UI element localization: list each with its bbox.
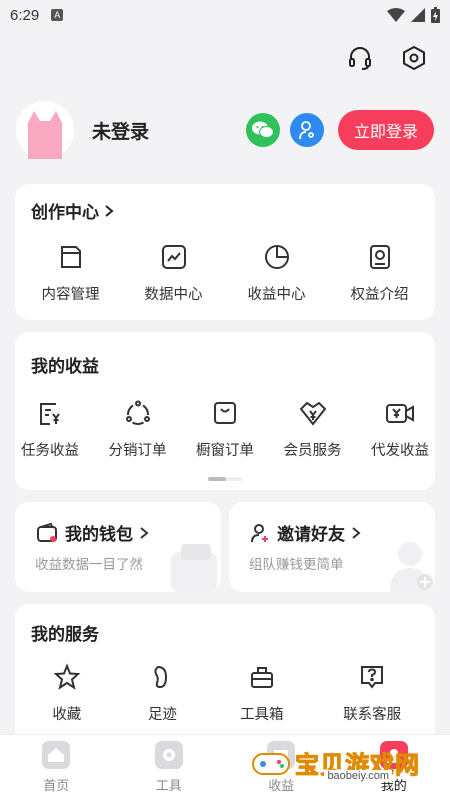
profile-row: 未登录 立即登录 [0,86,450,164]
wechat-login-button[interactable] [245,113,280,147]
invite-title: 邀请好友 [277,525,345,544]
home-icon [48,748,65,762]
account-login-button[interactable] [289,113,324,147]
wifi-icon [387,8,405,22]
creator-center-title: 创作中心 [31,203,99,222]
creator-item-content[interactable]: 内容管理 [42,239,100,304]
creator-item-label: 收益中心 [247,287,306,303]
earnings-item-dropship[interactable]: 代发收益 [371,395,429,460]
service-item-contact[interactable]: 联系客服 [343,659,401,724]
wallet-icon [37,522,57,542]
creator-center-card: 创作中心 内容管理 数据中心 收益中心 权益介绍 [15,184,435,320]
login-options: 立即登录 [245,110,434,150]
earnings-title: 我的收益 [31,357,99,376]
wallet-title: 我的钱包 [65,525,133,544]
earnings-item-task[interactable]: 任务收益 [21,395,79,460]
wallet-invite-row: 我的钱包 收益数据一目了然 邀请好友 组队赚钱更简单 [15,502,435,592]
creator-item-label: 内容管理 [41,287,100,303]
creator-item-data[interactable]: 数据中心 [145,239,203,304]
badge-icon [369,245,390,269]
customer-service-button[interactable] [346,44,374,72]
invite-decoration-icon [390,542,433,592]
creator-item-label: 数据中心 [144,287,203,303]
invite-user-icon [251,523,268,542]
wallet-card[interactable]: 我的钱包 收益数据一目了然 [15,502,221,592]
earnings-item-member[interactable]: 会员服务 [284,395,342,460]
chevron-right-icon [352,526,361,539]
top-bar [0,30,450,86]
tab-label: 首页 [43,778,70,793]
wallet-decoration-icon [171,544,217,592]
user-key-icon [299,121,314,140]
services-header: 我的服务 [15,604,435,645]
earnings-item-label: 橱窗订单 [196,443,254,459]
service-item-label: 工具箱 [240,707,284,723]
earnings-item-label: 分销订单 [108,443,167,459]
earnings-item-label: 任务收益 [21,443,79,459]
tab-label: 工具 [155,778,182,793]
share-icon [125,400,150,425]
signal-icon [411,8,425,22]
notification-a-icon: A [51,9,64,21]
settings-button[interactable] [400,44,428,72]
service-item-favorites[interactable]: 收藏 [49,659,85,724]
shop-bag-icon [214,402,236,424]
creator-center-header[interactable]: 创作中心 [15,184,435,223]
help-chat-icon [361,666,384,689]
watermark: 宝贝游戏网 baobeiy.com [251,745,420,782]
username: 未登录 [92,121,150,143]
cat-avatar-icon [16,101,74,159]
wechat-icon [251,121,274,138]
toolbox-icon [250,667,273,688]
video-yen-icon [386,404,414,423]
earnings-item-distribution[interactable]: 分销订单 [109,395,167,460]
creator-item-revenue[interactable]: 收益中心 [248,239,306,304]
creator-item-label: 权益介绍 [350,287,409,303]
earnings-scroll-indicator [208,477,242,481]
watermark-url: baobeiy.com [324,770,392,782]
tab-home[interactable]: 首页 [21,741,91,794]
earnings-item-showcase[interactable]: 橱窗订单 [196,395,254,460]
vip-icon [299,401,326,426]
chart-icon [161,245,186,269]
settings-hexagon-icon [403,45,425,71]
content-icon [60,246,81,268]
service-item-footprints[interactable]: 足迹 [144,659,180,724]
headset-icon [349,47,371,70]
services-title: 我的服务 [31,625,99,644]
earnings-item-label: 代发收益 [371,443,429,459]
chevron-right-icon [105,204,114,217]
service-item-label: 足迹 [147,707,177,723]
tab-tools[interactable]: 工具 [134,741,204,794]
service-item-toolbox[interactable]: 工具箱 [240,659,284,724]
avatar[interactable] [16,101,74,159]
star-icon [53,663,81,690]
gamepad-logo-icon [252,753,290,775]
chevron-right-icon [140,526,149,539]
earnings-card: 我的收益 任务收益 分销订单 橱窗订单 会员服务 代发收益 [15,332,435,490]
status-bar: 6:29 A [0,0,450,30]
service-item-label: 联系客服 [343,707,402,723]
battery-icon [431,7,440,23]
login-button[interactable]: 立即登录 [337,110,434,150]
status-time: 6:29 [10,6,40,24]
task-yen-icon [40,403,60,425]
footprint-icon [154,665,168,689]
service-item-label: 收藏 [52,707,82,723]
earnings-header: 我的收益 [15,332,435,377]
creator-item-rights[interactable]: 权益介绍 [351,239,409,304]
invite-card[interactable]: 邀请好友 组队赚钱更简单 [229,502,435,592]
earnings-item-label: 会员服务 [283,443,342,459]
tools-icon [162,749,175,761]
pie-icon [264,245,289,269]
